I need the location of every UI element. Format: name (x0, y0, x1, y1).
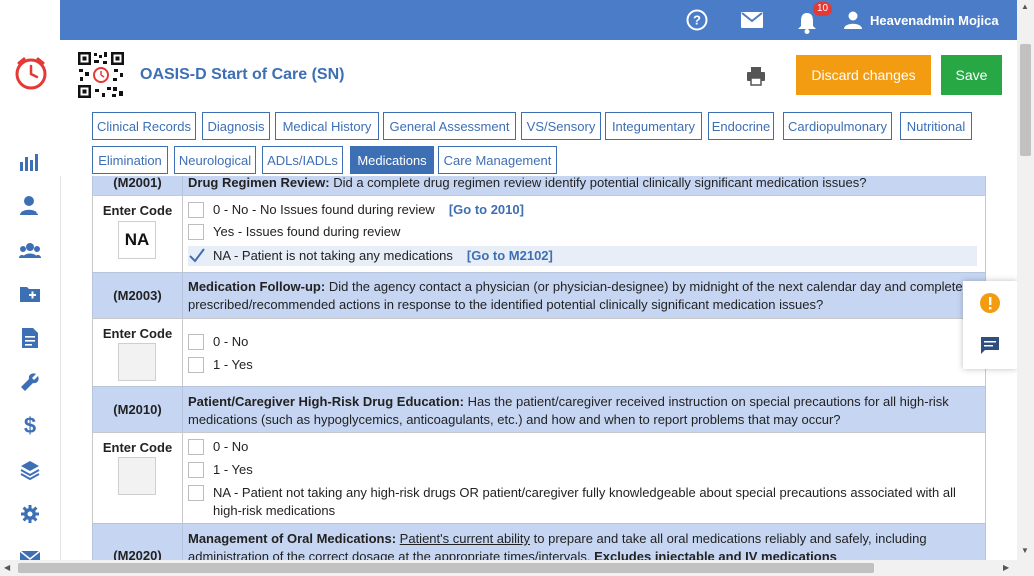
app-logo[interactable] (13, 55, 49, 91)
m2001-body: Enter Code NA 0 - No - No Issues found d… (92, 195, 986, 273)
wrench-icon[interactable] (18, 370, 42, 394)
discard-changes-button[interactable]: Discard changes (796, 55, 931, 95)
form-content: (M2001) Drug Regimen Review: Did a compl… (92, 176, 987, 560)
users-group-icon[interactable] (18, 238, 42, 262)
m2010-option-na[interactable]: NA - Patient not taking any high-risk dr… (188, 485, 977, 520)
scroll-right-arrow-icon[interactable]: ▶ (1003, 563, 1009, 572)
m2020-header: (M2020) Management of Oral Medications: … (92, 523, 986, 560)
patient-icon[interactable] (18, 194, 42, 218)
m2010-header: (M2010) Patient/Caregiver High-Risk Drug… (92, 386, 986, 433)
m2001-option-1[interactable]: Yes - Issues found during review (188, 224, 977, 241)
messages-envelope-icon[interactable] (741, 0, 763, 40)
user-name: Heavenadmin Mojica (870, 12, 999, 28)
tab-adls-iadls[interactable]: ADLs/IADLs (262, 146, 343, 174)
m2010-code-input[interactable] (118, 457, 156, 495)
tab-endocrine[interactable]: Endocrine (708, 112, 774, 140)
chat-icon[interactable] (980, 336, 1000, 356)
checkbox[interactable] (188, 462, 204, 478)
document-icon[interactable] (18, 326, 42, 350)
horizontal-scroll-thumb[interactable] (18, 563, 874, 573)
m2020-question: Management of Oral Medications: Patient'… (188, 531, 927, 560)
horizontal-scrollbar[interactable]: ◀ ▶ (0, 560, 1034, 576)
m2001-option-na[interactable]: NA - Patient is not taking any medicatio… (188, 246, 977, 266)
notification-count-badge: 10 (813, 2, 833, 16)
m2003-header: (M2003) Medication Follow-up: Did the ag… (92, 272, 986, 319)
svg-text:?: ? (693, 13, 701, 28)
m2003-body: Enter Code 0 - No 1 - Yes (92, 318, 986, 387)
notifications-bell-icon[interactable]: 10 (797, 0, 833, 40)
save-button[interactable]: Save (941, 55, 1002, 95)
settings-gear-icon[interactable] (18, 502, 42, 526)
m2003-option-0[interactable]: 0 - No (188, 334, 977, 351)
scroll-up-arrow-icon[interactable]: ▲ (1021, 2, 1029, 11)
go-to-2010-link[interactable]: [Go to 2010] (449, 201, 524, 219)
add-folder-icon[interactable] (18, 282, 42, 306)
scroll-down-arrow-icon[interactable]: ▼ (1021, 546, 1029, 555)
m2010-option-1[interactable]: 1 - Yes (188, 462, 977, 479)
tab-nutritional[interactable]: Nutritional (900, 112, 972, 140)
enter-code-label: Enter Code (102, 326, 173, 341)
sidebar: $ (0, 0, 61, 576)
section-tabs: Clinical Records Diagnosis Medical Histo… (60, 112, 1017, 176)
go-to-m2102-link[interactable]: [Go to M2102] (467, 247, 553, 265)
alert-icon[interactable] (980, 293, 1000, 313)
m2001-code-input[interactable]: NA (118, 221, 156, 259)
tab-general-assessment[interactable]: General Assessment (383, 112, 516, 140)
checkbox[interactable] (188, 202, 204, 218)
tab-clinical-records[interactable]: Clinical Records (92, 112, 196, 140)
tab-medications[interactable]: Medications (350, 146, 434, 174)
m2003-code: (M2003) (93, 273, 183, 318)
page-title: OASIS-D Start of Care (SN) (140, 66, 345, 83)
vertical-scroll-thumb[interactable] (1020, 44, 1031, 156)
m2020-code: (M2020) (93, 524, 183, 560)
tab-vs-sensory[interactable]: VS/Sensory (521, 112, 601, 140)
user-menu[interactable]: Heavenadmin Mojica (844, 0, 999, 40)
m2010-option-0[interactable]: 0 - No (188, 439, 977, 456)
checkmark-icon[interactable] (188, 248, 205, 264)
qr-code-image (77, 51, 125, 99)
m2003-question: Medication Follow-up: Did the agency con… (188, 279, 970, 312)
print-icon[interactable] (746, 66, 766, 86)
checkbox[interactable] (188, 357, 204, 373)
top-navigation-bar: ? 10 Heavenadmin Mojica (60, 0, 1017, 40)
help-icon[interactable]: ? (686, 0, 708, 40)
m2010-body: Enter Code 0 - No 1 - Yes NA - Patient n… (92, 432, 986, 524)
layers-icon[interactable] (18, 458, 42, 482)
checkbox[interactable] (188, 224, 204, 240)
tab-neurological[interactable]: Neurological (174, 146, 256, 174)
floating-action-panel (963, 281, 1017, 369)
tab-diagnosis[interactable]: Diagnosis (202, 112, 270, 140)
m2001-question: Drug Regimen Review: Did a complete drug… (188, 176, 867, 190)
tab-cardiopulmonary[interactable]: Cardiopulmonary (783, 112, 892, 140)
checkbox[interactable] (188, 334, 204, 350)
clock-logo-icon (15, 57, 47, 90)
checkbox[interactable] (188, 485, 204, 501)
checkbox[interactable] (188, 439, 204, 455)
scroll-left-arrow-icon[interactable]: ◀ (4, 563, 10, 572)
m2001-code: (M2001) (93, 176, 183, 195)
user-avatar-icon (844, 11, 862, 29)
billing-dollar-icon[interactable]: $ (18, 413, 42, 438)
vertical-scrollbar[interactable]: ▲ ▼ (1017, 0, 1034, 560)
tab-care-management[interactable]: Care Management (438, 146, 557, 174)
m2003-code-input[interactable] (118, 343, 156, 381)
m2003-option-1[interactable]: 1 - Yes (188, 357, 977, 374)
tab-medical-history[interactable]: Medical History (275, 112, 379, 140)
enter-code-label: Enter Code (102, 440, 173, 455)
tab-elimination[interactable]: Elimination (92, 146, 168, 174)
tab-integumentary[interactable]: Integumentary (605, 112, 702, 140)
page-header: OASIS-D Start of Care (SN) Discard chang… (60, 40, 1017, 112)
m2001-option-0[interactable]: 0 - No - No Issues found during review [… (188, 202, 977, 219)
m2010-code: (M2010) (93, 387, 183, 432)
m2001-header: (M2001) Drug Regimen Review: Did a compl… (92, 176, 986, 196)
dashboard-chart-icon[interactable] (18, 150, 42, 174)
m2010-question: Patient/Caregiver High-Risk Drug Educati… (188, 394, 949, 427)
enter-code-label: Enter Code (102, 203, 173, 218)
